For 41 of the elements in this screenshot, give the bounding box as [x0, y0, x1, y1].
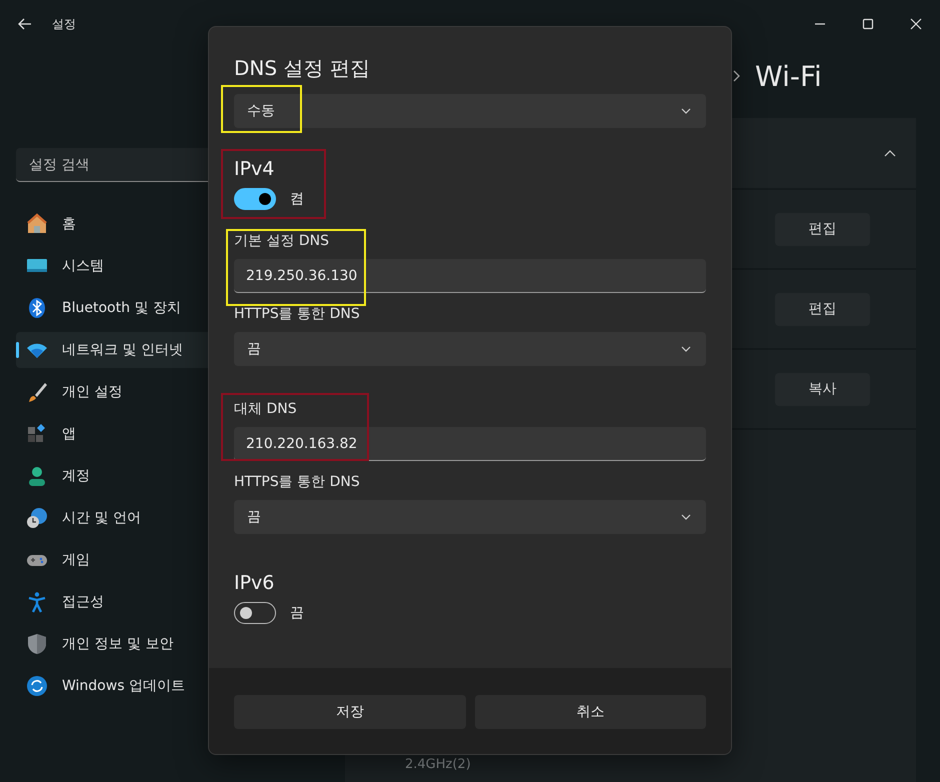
row-button[interactable]: 편집 — [775, 212, 870, 246]
bluetooth-icon — [26, 297, 48, 319]
close-icon[interactable] — [910, 18, 922, 30]
toggle-label: 켬 — [290, 190, 304, 208]
input-field[interactable]: 219.250.36.130 — [234, 259, 706, 293]
https-dropdown[interactable]: 끔 — [234, 332, 706, 366]
access-icon — [26, 591, 48, 613]
band-label: 2.4GHz(2) — [405, 757, 471, 772]
page-title: Wi-Fi — [755, 60, 822, 92]
toggle-label: 끔 — [290, 604, 304, 622]
chevron-right-icon — [733, 70, 741, 82]
section-heading: IPv6 — [234, 572, 274, 594]
toggle-switch[interactable] — [234, 188, 276, 210]
chevron-down-icon — [681, 346, 691, 352]
back-icon[interactable] — [18, 18, 32, 30]
toggle-switch[interactable] — [234, 602, 276, 624]
chevron-down-icon — [681, 514, 691, 520]
row-button[interactable]: 편집 — [775, 292, 870, 326]
field-label: HTTPS를 통한 DNS — [234, 473, 360, 491]
sidebar-item[interactable]: 개인 정보 및 보안 — [16, 626, 346, 662]
brush-icon — [26, 381, 48, 403]
maximize-icon[interactable] — [862, 18, 874, 30]
chevron-down-icon — [681, 108, 691, 114]
person-icon — [26, 465, 48, 487]
globe-icon — [26, 507, 48, 529]
home-icon — [26, 213, 48, 235]
window-title: 설정 — [52, 16, 76, 32]
https-dropdown[interactable]: 끔 — [234, 500, 706, 534]
update-icon — [26, 675, 48, 697]
apps-icon — [26, 423, 48, 445]
mode-dropdown[interactable]: 수동 — [234, 94, 706, 128]
field-label: HTTPS를 통한 DNS — [234, 305, 360, 323]
field-label: 대체 DNS — [234, 400, 297, 418]
input-field[interactable]: 210.220.163.82 — [234, 427, 706, 461]
cancel-button[interactable]: 취소 — [474, 695, 706, 729]
shield-icon — [26, 633, 48, 655]
field-label: 기본 설정 DNS — [234, 232, 330, 250]
section-heading: IPv4 — [234, 158, 274, 180]
row-button[interactable]: 복사 — [775, 372, 870, 406]
save-button[interactable]: 저장 — [234, 695, 466, 729]
dialog-title: DNS 설정 편집 — [234, 55, 370, 82]
